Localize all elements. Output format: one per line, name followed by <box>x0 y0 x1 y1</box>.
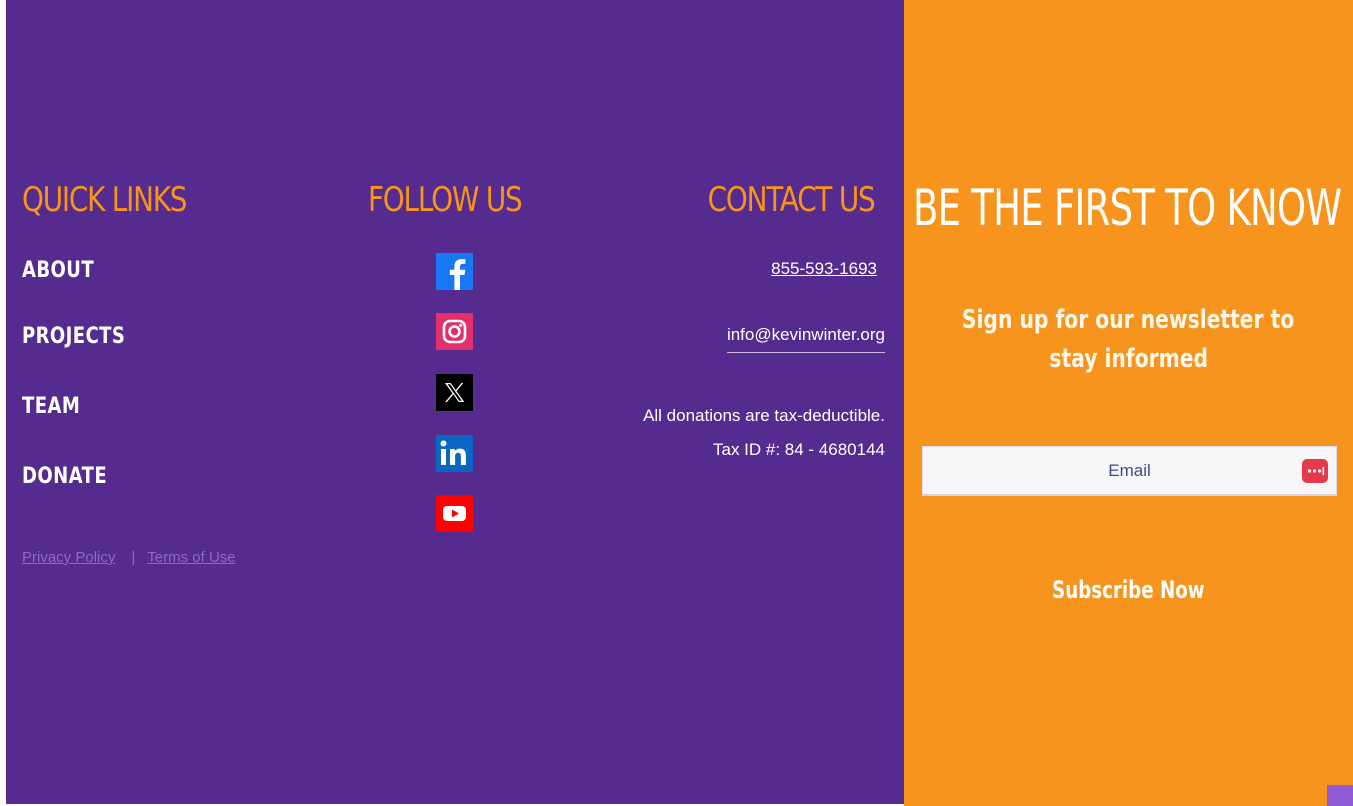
email-field-wrapper <box>922 446 1337 496</box>
contact-us-heading: CONTACT US <box>708 180 876 220</box>
phone-link[interactable]: 855-593-1693 <box>771 258 877 280</box>
donation-note: All donations are tax-deductible. <box>643 406 885 425</box>
corner-widget <box>1327 785 1353 806</box>
x-link[interactable] <box>436 374 473 411</box>
facebook-icon <box>436 253 473 290</box>
legal-separator: | <box>131 549 136 566</box>
terms-of-use-link[interactable]: Terms of Use <box>147 549 235 566</box>
nav-link-donate[interactable]: DONATE <box>22 463 107 491</box>
x-icon <box>436 374 473 411</box>
youtube-icon <box>436 495 473 532</box>
newsletter-subtitle-line-2: stay informed <box>904 341 1353 377</box>
youtube-link[interactable] <box>436 495 473 532</box>
subscribe-label: Subscribe Now <box>1052 576 1205 604</box>
instagram-icon <box>436 313 473 350</box>
quick-links-heading: QUICK LINKS <box>22 180 187 220</box>
newsletter-subtitle-line-1: Sign up for our newsletter to <box>904 302 1353 338</box>
subscribe-button[interactable]: Subscribe Now <box>904 570 1353 610</box>
newsletter-subtitle-text-1: Sign up for our newsletter to <box>962 305 1295 335</box>
legal-links: Privacy Policy | Terms of Use <box>22 548 236 568</box>
follow-us-heading: FOLLOW US <box>368 180 523 220</box>
instagram-link[interactable] <box>436 313 473 350</box>
more-dots-icon <box>1307 467 1325 475</box>
nav-link-projects[interactable]: PROJECTS <box>22 323 125 351</box>
tax-id: Tax ID #: 84 - 4680144 <box>712 440 885 459</box>
email-link[interactable]: info@kevinwinter.org <box>726 324 885 353</box>
nav-link-about[interactable]: ABOUT <box>22 257 94 285</box>
newsletter-panel <box>904 0 1353 806</box>
email-input[interactable] <box>923 447 1336 494</box>
privacy-policy-link[interactable]: Privacy Policy <box>22 549 115 566</box>
newsletter-title: BE THE FIRST TO KNOW <box>913 179 1342 237</box>
footer-section: QUICK LINKS ABOUT PROJECTS TEAM DONATE P… <box>0 0 1353 806</box>
linkedin-link[interactable] <box>436 435 473 472</box>
nav-link-team[interactable]: TEAM <box>22 393 80 421</box>
facebook-link[interactable] <box>436 253 473 290</box>
more-options-icon[interactable] <box>1302 459 1328 483</box>
newsletter-subtitle-text-2: stay informed <box>1049 344 1208 374</box>
linkedin-icon <box>436 435 473 472</box>
